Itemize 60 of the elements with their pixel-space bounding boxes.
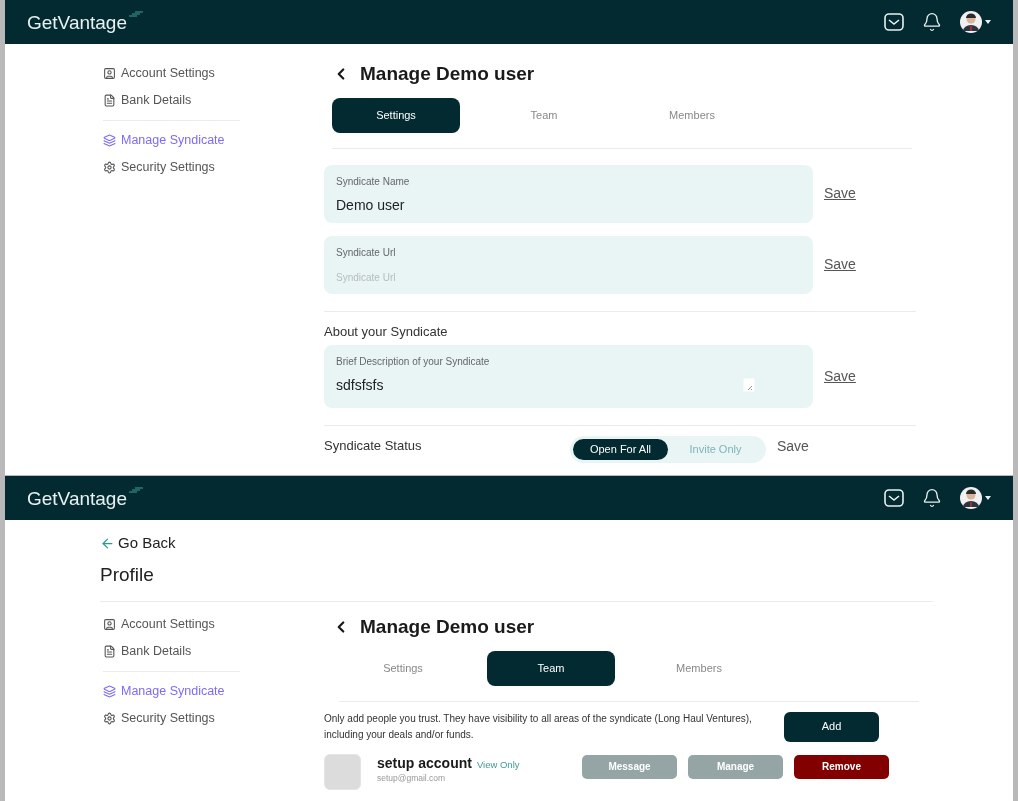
description-field[interactable]: Brief Description of your Syndicate sdfsfsfs xyxy=(324,345,813,408)
layers-icon xyxy=(103,134,116,147)
remove-button[interactable]: Remove xyxy=(794,754,889,779)
logo[interactable]: GetVantage xyxy=(27,12,127,32)
document-icon xyxy=(103,94,116,107)
field-label: Syndicate Name xyxy=(336,174,411,189)
settings-icon xyxy=(103,712,116,725)
caret-icon[interactable] xyxy=(985,20,991,24)
tab[interactable]: Settings xyxy=(339,650,467,686)
resize-handle-icon[interactable] xyxy=(743,378,755,392)
logo-stripes-icon xyxy=(129,10,143,17)
logo-stripes-icon xyxy=(129,486,143,493)
notification-bell-icon[interactable] xyxy=(922,12,942,32)
save-link[interactable]: Save xyxy=(813,366,873,387)
logo[interactable]: GetVantage xyxy=(27,488,127,508)
save-link[interactable]: Save xyxy=(813,254,873,275)
sidebar-item[interactable]: Account Settings xyxy=(103,60,240,87)
user-card-icon xyxy=(103,67,116,80)
mail-icon[interactable] xyxy=(884,13,904,31)
tab[interactable]: Settings xyxy=(332,97,460,133)
page-heading: Manage Demo user xyxy=(360,62,535,86)
field-value: Demo user xyxy=(336,195,405,215)
member-avatar xyxy=(324,753,361,790)
section-heading: About your Syndicate xyxy=(324,322,449,341)
sidebar-item[interactable]: Manage Syndicate xyxy=(103,678,240,705)
sidebar-item[interactable]: Bank Details xyxy=(103,638,240,665)
field-label: Brief Description of your Syndicate xyxy=(336,355,491,369)
notification-bell-icon[interactable] xyxy=(922,488,942,508)
page-heading: Manage Demo user xyxy=(360,615,535,639)
page-title: Profile xyxy=(100,562,155,587)
save-link[interactable]: Save xyxy=(813,183,873,204)
sidebar-item[interactable]: Manage Syndicate xyxy=(103,127,240,154)
section-heading: Syndicate Status xyxy=(324,437,423,455)
tab[interactable]: Team xyxy=(480,97,608,133)
notice-text: Only add people you trust. They have visibility to all areas of the syndicate (Long Haul Ventures), including your deals and/or funds. xyxy=(324,711,753,742)
sidebar-item[interactable]: Bank Details xyxy=(103,87,240,114)
avatar-icon[interactable] xyxy=(960,487,982,509)
caret-icon[interactable] xyxy=(985,496,991,500)
field-value: sdfsfsfs xyxy=(336,376,384,395)
role-label: View Only xyxy=(476,757,520,772)
add-button[interactable]: Add xyxy=(784,711,879,742)
tab[interactable]: Team xyxy=(487,650,615,686)
sidebar-item[interactable]: Security Settings xyxy=(103,705,240,732)
sidebar-item[interactable]: Security Settings xyxy=(103,154,240,181)
field-label: Syndicate Url xyxy=(336,245,397,260)
text-field[interactable]: Syndicate Name Demo user xyxy=(324,164,813,223)
go-back-link[interactable]: Go Back xyxy=(100,532,933,555)
settings-icon xyxy=(103,161,116,174)
mail-icon[interactable] xyxy=(884,489,904,507)
tab[interactable]: Members xyxy=(628,97,756,133)
layers-icon xyxy=(103,685,116,698)
save-link[interactable]: Save xyxy=(766,436,826,457)
member-email: setup@gmail.com xyxy=(377,772,447,783)
tab[interactable]: Members xyxy=(635,650,763,686)
sidebar-item[interactable]: Account Settings xyxy=(103,611,240,638)
user-card-icon xyxy=(103,618,116,631)
toggle-option[interactable]: Open For All xyxy=(573,439,668,460)
member-name: setup account xyxy=(377,753,472,772)
avatar-icon[interactable] xyxy=(960,11,982,33)
document-icon xyxy=(103,645,116,658)
